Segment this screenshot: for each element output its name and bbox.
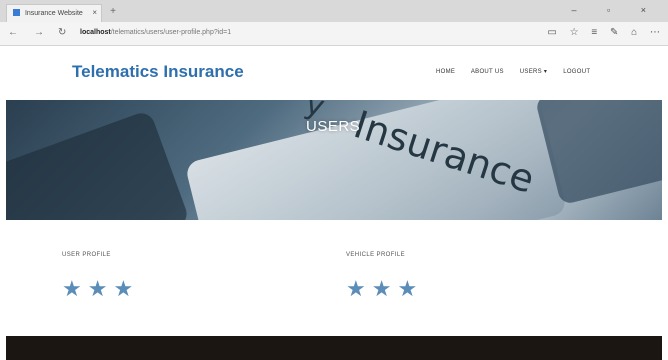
site-logo[interactable]: Telematics Insurance bbox=[72, 62, 244, 82]
user-profile-title[interactable]: USER PROFILE bbox=[62, 252, 139, 258]
nav-logout[interactable]: LOGOUT bbox=[563, 69, 590, 75]
nav-home[interactable]: HOME bbox=[436, 69, 455, 75]
url-host: localhost bbox=[80, 29, 111, 36]
site-header: Telematics Insurance HOME ABOUT US USERS… bbox=[0, 46, 668, 100]
browser-addressbar: ← → ↻ localhost/telematics/users/user-pr… bbox=[0, 22, 668, 46]
more-icon[interactable]: ⋯ bbox=[650, 27, 660, 38]
web-note-icon[interactable]: ✎ bbox=[610, 27, 618, 38]
refresh-icon[interactable]: ↻ bbox=[58, 27, 66, 38]
browser-tab[interactable]: Insurance Website × bbox=[6, 4, 102, 22]
url-path: /telematics/users/user-profile.php?id=1 bbox=[110, 29, 232, 36]
url-input[interactable]: localhost/telematics/users/user-profile.… bbox=[80, 27, 530, 41]
page-title: USERS bbox=[306, 118, 361, 135]
site-footer bbox=[6, 336, 662, 360]
user-profile-stars-icon: ★★★ bbox=[62, 276, 140, 301]
window-controls[interactable]: – ▫ × bbox=[572, 5, 660, 15]
vehicle-profile-section[interactable]: VEHICLE PROFILE ★★★ bbox=[346, 252, 423, 302]
new-tab-button[interactable]: + bbox=[106, 6, 120, 18]
nav-users[interactable]: USERS ▾ bbox=[520, 69, 547, 75]
main-nav: HOME ABOUT US USERS ▾ LOGOUT bbox=[436, 68, 604, 75]
tab-title: Insurance Website bbox=[24, 10, 83, 17]
vehicle-profile-stars-icon: ★★★ bbox=[346, 276, 424, 301]
keyboard-key-image bbox=[6, 109, 191, 220]
tab-close-icon[interactable]: × bbox=[92, 8, 97, 17]
back-icon[interactable]: ← bbox=[8, 27, 18, 38]
favorite-star-icon[interactable]: ☆ bbox=[570, 27, 579, 38]
forward-icon[interactable]: → bbox=[34, 27, 44, 38]
browser-tabbar: Insurance Website × + – ▫ × bbox=[0, 0, 668, 22]
vehicle-profile-title[interactable]: VEHICLE PROFILE bbox=[346, 252, 423, 258]
favicon-icon bbox=[13, 9, 20, 16]
hero-banner: y Insurance USERS bbox=[6, 100, 662, 220]
browser-toolbar-icons: ▭ ☆ ≡ ✎ ⌂ ⋯ bbox=[537, 27, 660, 38]
user-profile-section[interactable]: USER PROFILE ★★★ bbox=[62, 252, 139, 302]
home-icon[interactable]: ⌂ bbox=[631, 27, 637, 38]
hub-icon[interactable]: ≡ bbox=[591, 27, 597, 38]
reading-view-icon[interactable]: ▭ bbox=[547, 27, 556, 38]
nav-about-us[interactable]: ABOUT US bbox=[471, 69, 504, 75]
